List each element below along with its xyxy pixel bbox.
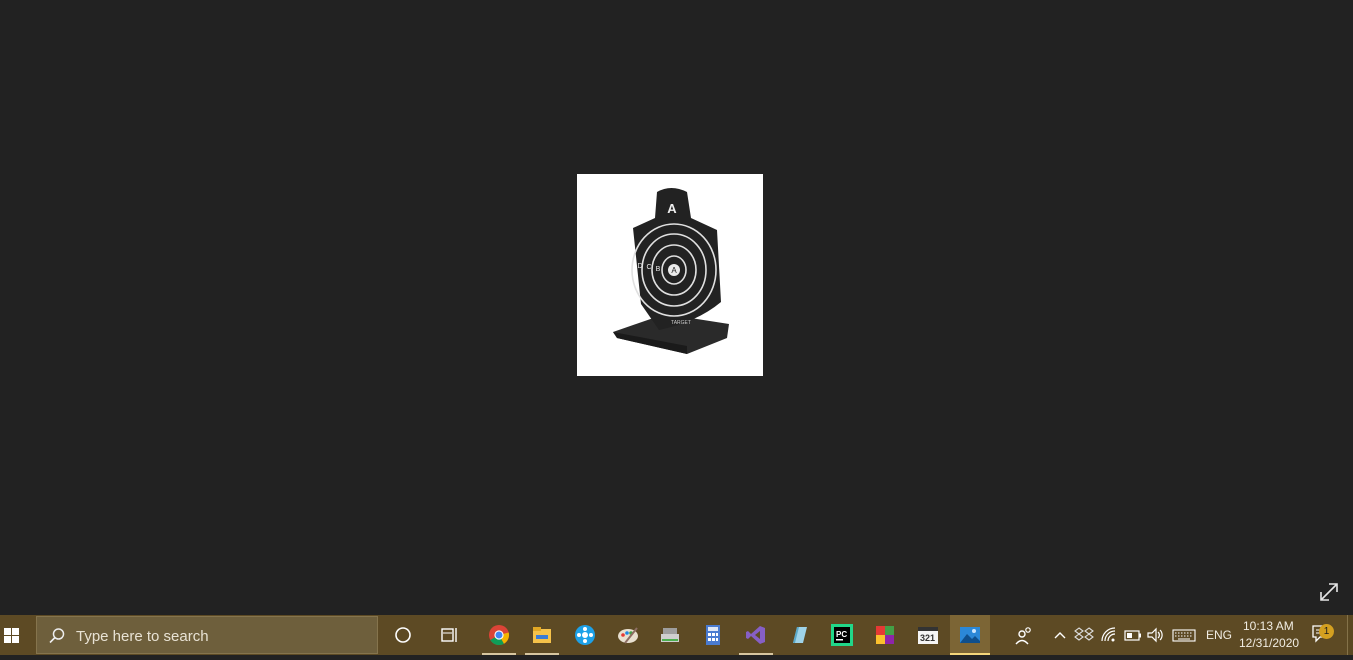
base-label: TARGET	[671, 320, 691, 326]
calculator-taskbar-button[interactable]	[693, 615, 733, 655]
clock-time: 10:13 AM	[1243, 619, 1294, 633]
target-stand-picture: A A B C D TARGET	[613, 188, 729, 354]
visual-studio-taskbar-button[interactable]	[736, 615, 776, 655]
wifi-icon	[1101, 627, 1116, 642]
head-a-label: A	[667, 201, 677, 216]
photo-viewer: A A B C D TARGET	[0, 0, 1353, 615]
notepad-app-icon	[793, 627, 807, 643]
svg-text:PC: PC	[836, 630, 847, 639]
ring-b-label: B	[656, 266, 661, 273]
search-placeholder: Type here to search	[76, 628, 209, 645]
dropbox-tray-button[interactable]	[1074, 625, 1094, 645]
show-hidden-icons-button[interactable]	[1050, 625, 1070, 645]
search-icon	[49, 628, 65, 644]
show-desktop-button[interactable]	[1347, 615, 1353, 655]
calculator-icon	[706, 625, 720, 645]
touch-keyboard-button[interactable]	[1172, 625, 1196, 645]
fullscreen-button[interactable]	[1316, 579, 1342, 605]
notification-count-badge: 1	[1319, 624, 1334, 639]
colorful-app-icon	[876, 626, 894, 644]
people-button[interactable]	[1004, 615, 1044, 655]
colorful-app-taskbar-button[interactable]	[865, 615, 905, 655]
keyboard-icon	[1172, 629, 1196, 642]
ring-c-label: C	[646, 264, 651, 271]
people-icon	[1015, 627, 1031, 645]
clock[interactable]: 10:13 AM 12/31/2020	[1236, 615, 1300, 655]
taskbar: Type here to search PC 321 ENG 10:13 AM …	[0, 615, 1353, 655]
ring-d-label: D	[637, 263, 642, 270]
photos-taskbar-button[interactable]	[950, 615, 990, 655]
media-app-icon	[575, 625, 595, 645]
clock-date: 12/31/2020	[1239, 636, 1300, 650]
scanner-app-icon	[661, 628, 679, 642]
dropbox-icon	[1074, 627, 1094, 641]
paint-app-icon	[618, 627, 638, 644]
chrome-taskbar-button[interactable]	[479, 615, 519, 655]
battery-icon	[1124, 630, 1141, 641]
input-language-indicator[interactable]: ENG	[1206, 628, 1232, 642]
media-player-classic-taskbar-button[interactable]: 321	[908, 615, 948, 655]
network-tray-button[interactable]	[1099, 625, 1119, 645]
taskbar-search-box[interactable]: Type here to search	[36, 616, 378, 654]
task-view-button[interactable]	[430, 615, 470, 655]
file-explorer-taskbar-button[interactable]	[522, 615, 562, 655]
svg-text:321: 321	[920, 633, 935, 643]
pycharm-icon: PC	[831, 624, 853, 646]
displayed-image: A A B C D TARGET	[577, 174, 763, 376]
scanner-app-taskbar-button[interactable]	[650, 615, 690, 655]
paint-app-taskbar-button[interactable]	[608, 615, 648, 655]
speaker-icon	[1147, 627, 1163, 643]
media-player-classic-icon: 321	[918, 627, 938, 644]
windows-logo-icon	[4, 628, 19, 643]
notepad-app-taskbar-button[interactable]	[779, 615, 819, 655]
visual-studio-icon	[746, 626, 765, 644]
task-view-icon	[441, 628, 457, 642]
battery-tray-button[interactable]	[1123, 625, 1143, 645]
chrome-icon	[489, 625, 510, 646]
cortana-button[interactable]	[383, 615, 423, 655]
media-app-taskbar-button[interactable]	[565, 615, 605, 655]
photos-icon	[960, 627, 980, 643]
ring-a-label: A	[671, 266, 677, 275]
chevron-up-icon	[1054, 632, 1066, 639]
start-button[interactable]	[0, 615, 34, 655]
cortana-icon	[395, 627, 411, 643]
volume-tray-button[interactable]	[1146, 625, 1166, 645]
file-explorer-icon	[533, 627, 551, 643]
pycharm-taskbar-button[interactable]: PC	[822, 615, 862, 655]
expand-icon	[1320, 583, 1338, 601]
